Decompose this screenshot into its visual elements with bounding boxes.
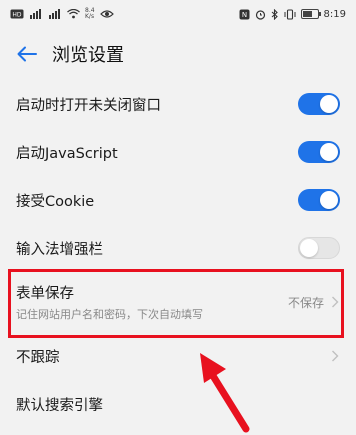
setting-default-search[interactable]: 默认搜索引擎 [0,380,356,428]
setting-label: 不跟踪 [16,349,60,366]
status-time: 8:19 [323,8,346,20]
back-button[interactable] [14,41,40,67]
open-unclosed-windows-toggle[interactable] [298,93,340,115]
network-speed: 8.4 K/s [85,8,95,20]
network-speed-unit: K/s [85,13,95,20]
battery-icon [300,9,321,19]
bluetooth-icon [271,8,279,20]
status-bar: HD 8.4 K/s N 8:19 [0,0,356,28]
nfc-icon: N [239,8,250,20]
signal-icon [29,8,43,20]
settings-list: 启动时打开未关闭窗口 启动JavaScript 接受Cookie 输入法增强栏 … [0,80,356,428]
cookie-toggle[interactable] [298,189,340,211]
eye-icon [99,8,114,20]
setting-do-not-track[interactable]: 不跟踪 [0,332,356,380]
setting-ime-bar[interactable]: 输入法增强栏 [0,224,356,272]
signal-icon-2 [48,8,62,20]
setting-description: 记住网站用户名和密码，下次自动填写 [16,308,203,321]
setting-open-unclosed-windows[interactable]: 启动时打开未关闭窗口 [0,80,356,128]
javascript-toggle[interactable] [298,141,340,163]
alarm-icon [255,8,266,20]
svg-text:HD: HD [12,12,22,19]
vibrate-icon [284,8,296,20]
svg-text:N: N [241,11,246,19]
chevron-right-icon [330,349,340,363]
setting-label: 表单保存 [16,286,74,302]
form-save-value: 不保存 [287,295,324,310]
wifi-icon [67,8,80,20]
setting-label: 输入法增强栏 [16,241,103,258]
setting-label: 默认搜索引擎 [16,397,103,414]
chevron-right-icon [330,295,340,309]
setting-cookie[interactable]: 接受Cookie [0,176,356,224]
setting-label: 接受Cookie [16,193,95,210]
ime-bar-toggle[interactable] [298,237,340,259]
screen: HD 8.4 K/s N 8:19 浏览设置 启动时打开未关闭窗口 启动Java… [0,0,356,435]
app-header: 浏览设置 [0,28,356,80]
hd-icon: HD [10,8,24,20]
page-title: 浏览设置 [52,45,124,66]
setting-form-save[interactable]: 表单保存 记住网站用户名和密码，下次自动填写 不保存 [0,272,356,332]
setting-label: 启动JavaScript [16,145,118,162]
arrow-left-icon [17,46,37,62]
setting-label: 启动时打开未关闭窗口 [16,97,161,114]
setting-javascript[interactable]: 启动JavaScript [0,128,356,176]
